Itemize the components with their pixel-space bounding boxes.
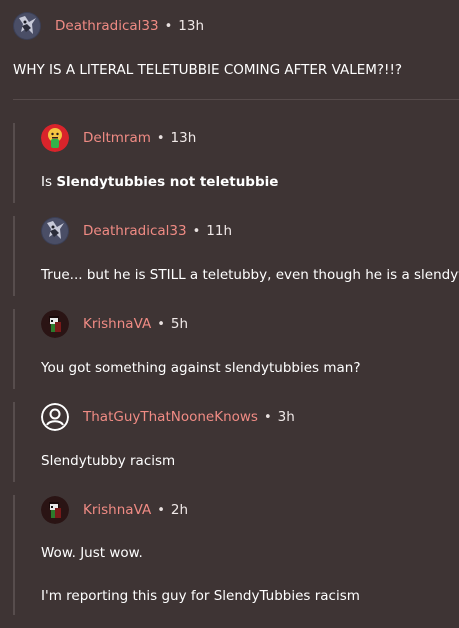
thread-line[interactable] bbox=[13, 216, 15, 296]
comment-author[interactable]: Deltmram bbox=[83, 130, 151, 146]
comment-body: I'm reporting this guy for SlendyTubbies… bbox=[41, 588, 360, 604]
comment-body: WHY IS A LITERAL TELETUBBIE COMING AFTER… bbox=[13, 62, 403, 78]
divider bbox=[13, 99, 459, 100]
comment-body-bold: Slendytubbies not teletubbie bbox=[56, 174, 279, 190]
creature-avatar-icon[interactable] bbox=[41, 217, 69, 245]
comment-author[interactable]: Deathradical33 bbox=[83, 223, 187, 239]
separator-dot: • bbox=[263, 409, 272, 425]
thread-line[interactable] bbox=[13, 495, 15, 615]
separator-dot: • bbox=[156, 130, 165, 146]
comment-body: You got something against slendytubbies … bbox=[41, 360, 361, 376]
comment-header: KrishnaVA • 2h bbox=[41, 496, 188, 524]
thread-line[interactable] bbox=[13, 402, 15, 482]
comment-timestamp[interactable]: 5h bbox=[171, 316, 188, 332]
comment-author[interactable]: Deathradical33 bbox=[55, 18, 159, 34]
comment-author[interactable]: KrishnaVA bbox=[83, 502, 151, 518]
thread-line[interactable] bbox=[13, 123, 15, 203]
comment-timestamp[interactable]: 13h bbox=[171, 130, 197, 146]
comment-body: Wow. Just wow. bbox=[41, 545, 143, 561]
creature-avatar-icon[interactable] bbox=[13, 12, 41, 40]
comment-body-text: Is bbox=[41, 174, 57, 190]
separator-dot: • bbox=[157, 316, 165, 332]
thread-line[interactable] bbox=[13, 309, 15, 389]
comment-body: True... but he is STILL a teletubby, eve… bbox=[41, 267, 459, 283]
comment-timestamp[interactable]: 11h bbox=[206, 223, 232, 239]
comment-timestamp[interactable]: 13h bbox=[178, 18, 204, 34]
comment-header: Deathradical33 • 11h bbox=[41, 217, 232, 245]
comment-body: Slendytubby racism bbox=[41, 453, 176, 469]
separator-dot: • bbox=[192, 223, 201, 239]
comment-timestamp[interactable]: 2h bbox=[171, 502, 188, 518]
character-avatar-icon[interactable] bbox=[41, 124, 69, 152]
comment-header: Deathradical33 • 13h bbox=[13, 12, 204, 40]
separator-dot: • bbox=[164, 18, 173, 34]
comment-author[interactable]: KrishnaVA bbox=[83, 316, 151, 332]
comment-thread: Deathradical33 • 13h WHY IS A LITERAL TE… bbox=[0, 0, 459, 628]
comment-header: ThatGuyThatNooneKnows • 3h bbox=[41, 403, 295, 431]
comment-header: Deltmram • 13h bbox=[41, 124, 196, 152]
pixel-avatar-icon[interactable] bbox=[41, 310, 69, 338]
pixel-avatar-icon[interactable] bbox=[41, 496, 69, 524]
comment-header: KrishnaVA • 5h bbox=[41, 310, 188, 338]
default-user-icon[interactable] bbox=[41, 403, 69, 431]
comment-timestamp[interactable]: 3h bbox=[278, 409, 295, 425]
comment-body: Is Slendytubbies not teletubbie bbox=[41, 174, 278, 190]
comment-author[interactable]: ThatGuyThatNooneKnows bbox=[83, 409, 258, 425]
separator-dot: • bbox=[157, 502, 165, 518]
